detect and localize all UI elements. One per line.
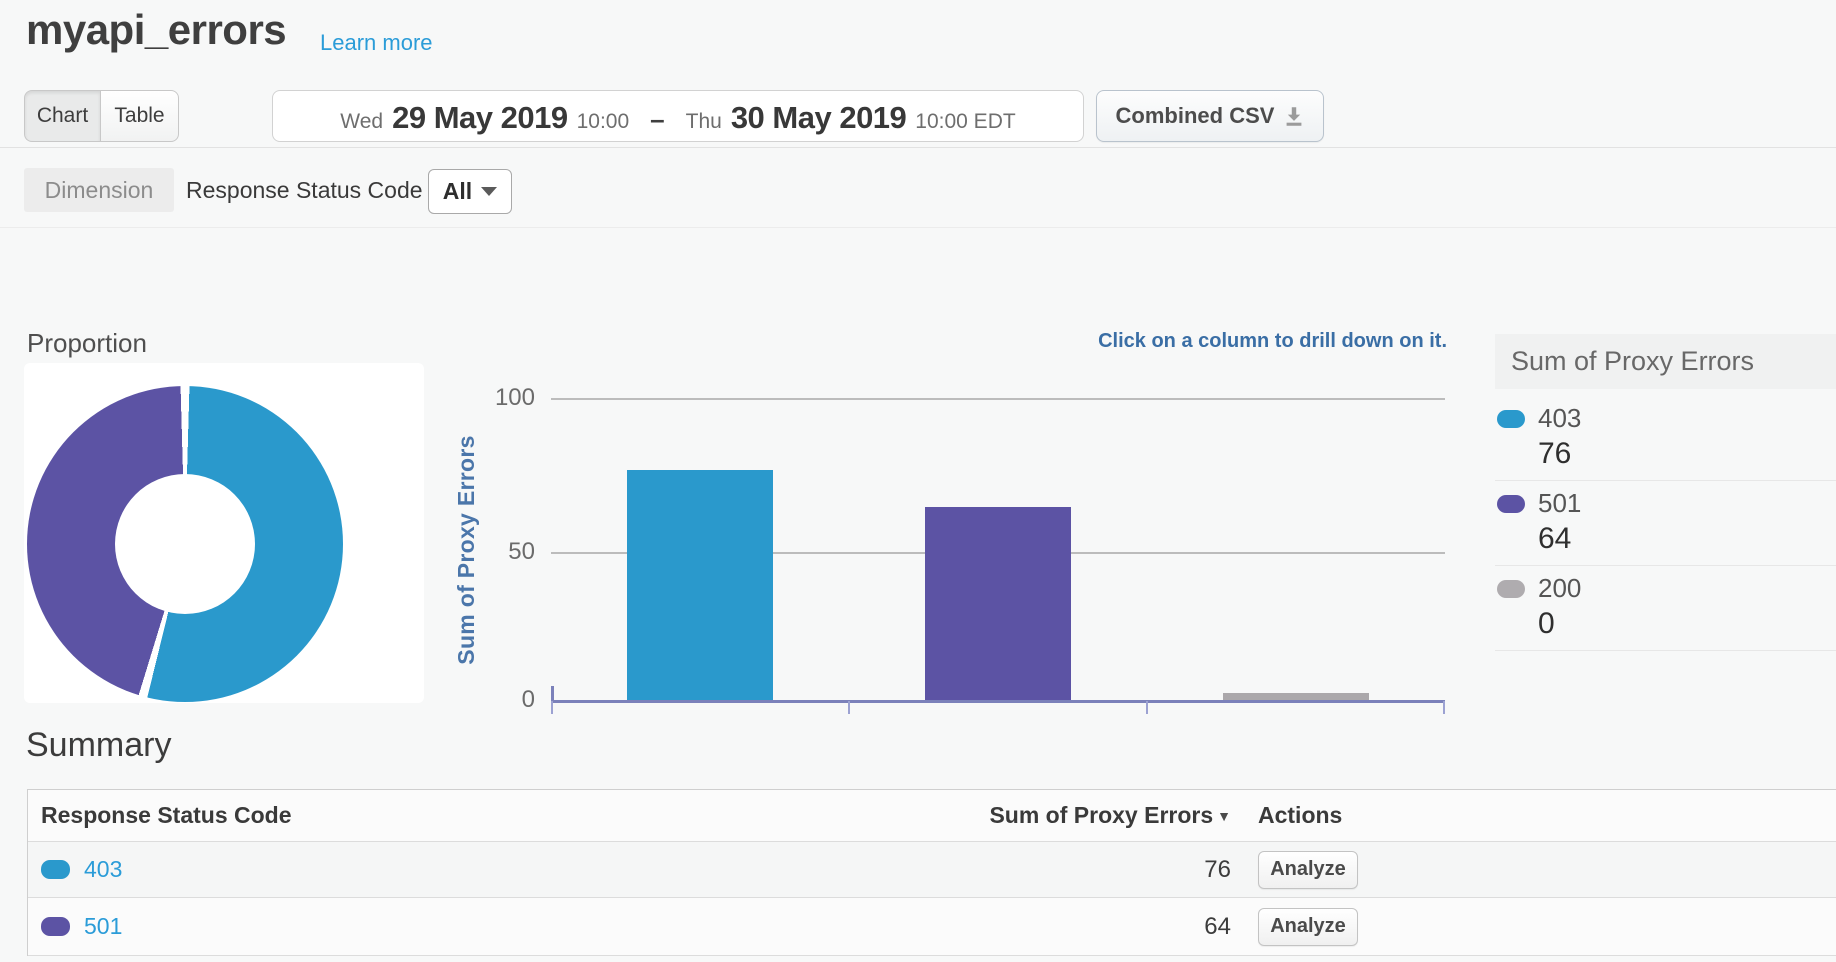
y-tick-50: 50	[445, 537, 535, 567]
legend-swatch-200	[1497, 580, 1525, 598]
start-date: 29 May 2019	[392, 100, 567, 136]
summary-title: Summary	[26, 726, 171, 765]
drilldown-note: Click on a column to drill down on it.	[1098, 330, 1447, 353]
column-header-actions: Actions	[1258, 802, 1342, 829]
bar-column-501[interactable]	[925, 507, 1071, 700]
bar-chart	[551, 390, 1445, 712]
x-axis-tick	[551, 701, 553, 714]
bar-column-200[interactable]	[1223, 693, 1369, 700]
donut-hole	[115, 474, 255, 614]
header-divider	[0, 147, 1836, 148]
download-icon	[1284, 106, 1304, 127]
column-header-measure[interactable]: Sum of Proxy Errors ▼	[737, 790, 1231, 841]
date-range-picker[interactable]: Wed 29 May 2019 10:00 – Thu 30 May 2019 …	[272, 90, 1084, 142]
analyze-button[interactable]: Analyze	[1258, 851, 1358, 889]
x-axis-tick	[1146, 701, 1148, 714]
dimension-divider	[0, 227, 1836, 228]
status-code-link-403[interactable]: 403	[84, 856, 122, 883]
combined-csv-label: Combined CSV	[1116, 103, 1275, 129]
sort-descending-icon: ▼	[1217, 808, 1231, 824]
date-range-separator: –	[650, 104, 664, 135]
summary-table: Response Status Code Sum of Proxy Errors…	[27, 789, 1836, 956]
start-time: 10:00	[577, 110, 630, 134]
view-toggle: Chart Table	[24, 90, 179, 142]
bar-column-403[interactable]	[627, 470, 773, 700]
legend-item: 403 76	[1495, 396, 1836, 481]
y-tick-100: 100	[445, 383, 535, 413]
donut-chart[interactable]	[27, 386, 343, 702]
chart-legend: Sum of Proxy Errors 403 76 501 64 20	[1495, 334, 1836, 651]
legend-value: 76	[1538, 437, 1836, 471]
row-swatch-501	[41, 917, 70, 936]
end-time: 10:00 EDT	[915, 110, 1015, 134]
dimension-label: Dimension	[24, 168, 174, 212]
legend-item: 501 64	[1495, 481, 1836, 566]
column-header-dimension: Response Status Code	[41, 802, 292, 829]
learn-more-link[interactable]: Learn more	[320, 30, 433, 56]
table-toggle-button[interactable]: Table	[100, 90, 179, 142]
x-axis-tick	[1443, 701, 1445, 714]
combined-csv-button[interactable]: Combined CSV	[1096, 90, 1324, 142]
end-date: 30 May 2019	[731, 100, 906, 136]
start-day: Wed	[340, 110, 383, 134]
report-page: myapi_errors Learn more Chart Table Wed …	[0, 0, 1836, 962]
end-day: Thu	[686, 110, 722, 134]
proportion-title: Proportion	[27, 328, 147, 359]
legend-label: 403	[1538, 403, 1581, 434]
legend-item: 200 0	[1495, 566, 1836, 651]
filter-value: All	[443, 178, 472, 205]
filter-dropdown[interactable]: All	[428, 169, 512, 214]
table-row: 403 76 Analyze	[28, 842, 1836, 898]
row-value: 76	[1204, 856, 1231, 884]
y-axis-line	[551, 686, 554, 700]
legend-value: 64	[1538, 522, 1836, 556]
chevron-down-icon	[481, 187, 497, 196]
legend-label: 200	[1538, 573, 1581, 604]
legend-swatch-403	[1497, 410, 1525, 428]
y-tick-0: 0	[445, 685, 535, 715]
x-axis-line	[551, 700, 1445, 703]
row-value: 64	[1204, 913, 1231, 941]
table-header-row: Response Status Code Sum of Proxy Errors…	[28, 790, 1836, 842]
legend-value: 0	[1538, 607, 1836, 641]
analyze-button[interactable]: Analyze	[1258, 908, 1358, 946]
chart-toggle-button[interactable]: Chart	[24, 90, 100, 142]
x-axis-tick	[848, 701, 850, 714]
table-row: 501 64 Analyze	[28, 898, 1836, 956]
row-swatch-403	[41, 860, 70, 879]
legend-swatch-501	[1497, 495, 1525, 513]
page-title: myapi_errors	[26, 6, 286, 54]
gridline-100	[551, 398, 1445, 400]
dimension-name: Response Status Code	[186, 168, 423, 212]
legend-title: Sum of Proxy Errors	[1495, 334, 1836, 389]
legend-label: 501	[1538, 488, 1581, 519]
status-code-link-501[interactable]: 501	[84, 913, 122, 940]
proportion-chart-card	[24, 363, 424, 703]
